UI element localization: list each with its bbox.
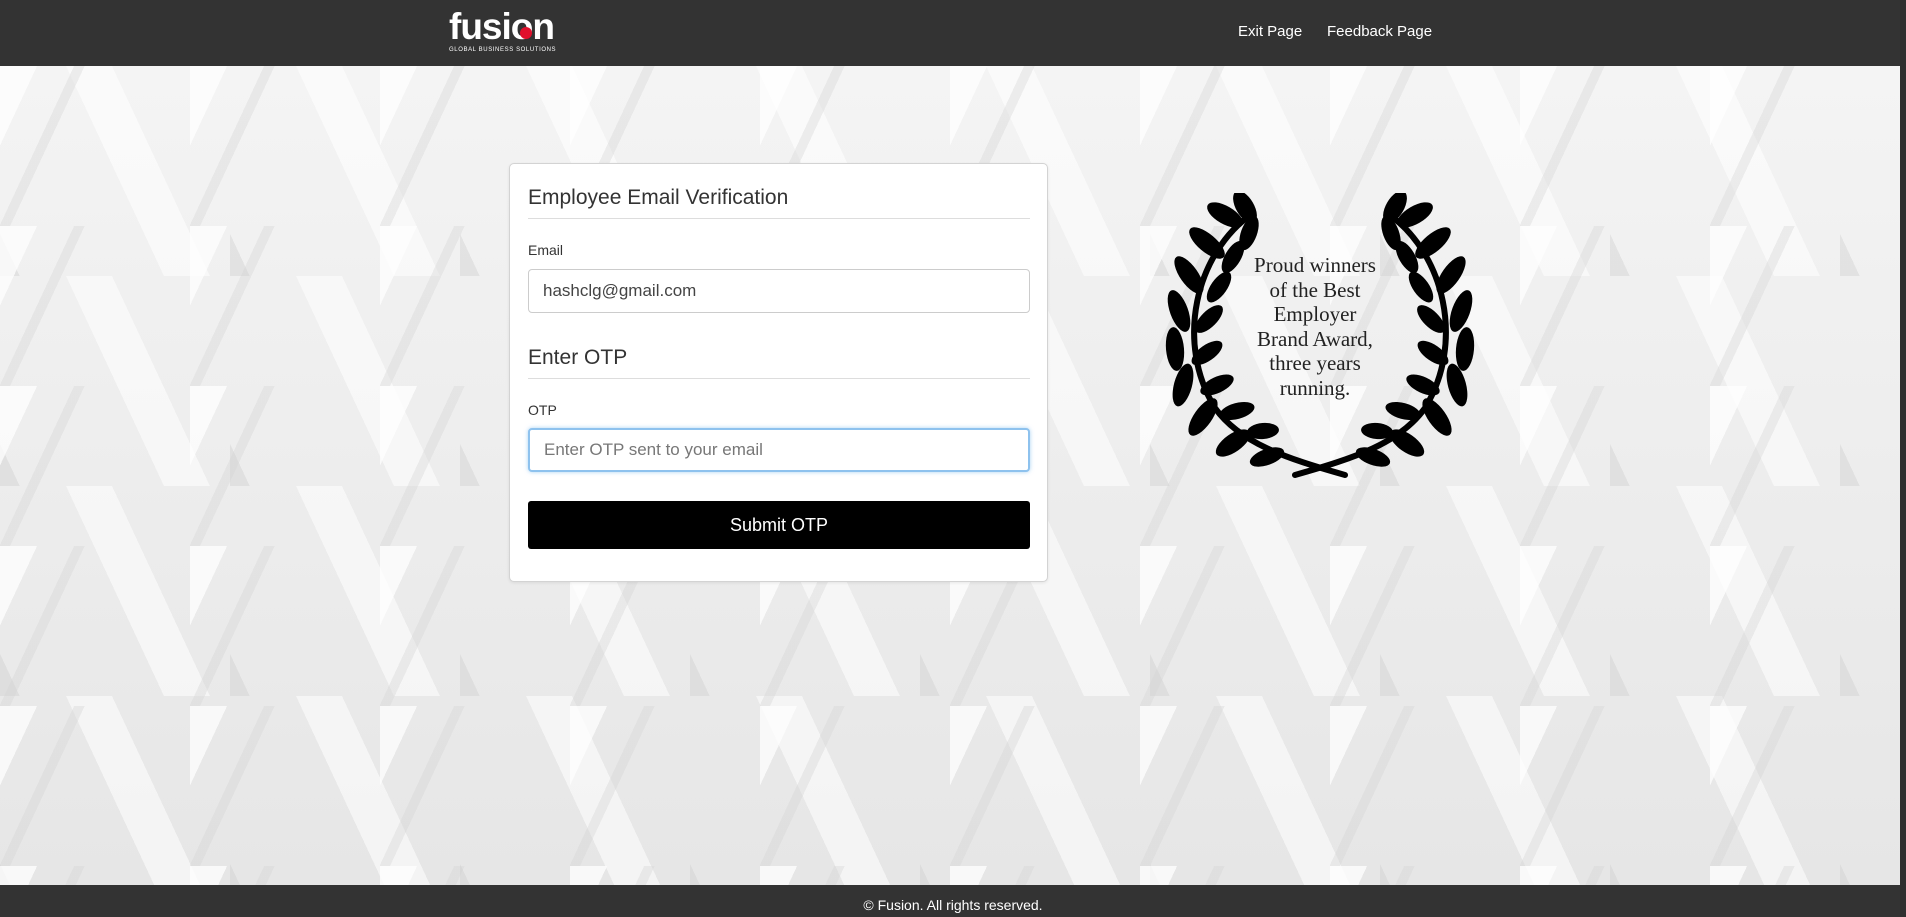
award-badge: Proud winners of the Best Employer Brand… (1145, 193, 1495, 483)
logo-wordmark: fusion (449, 6, 555, 47)
fusion-logo[interactable]: fusion GLOBAL BUSINESS SOLUTIONS (449, 8, 561, 56)
window-scrollbar[interactable] (1900, 0, 1906, 917)
top-navbar: fusion GLOBAL BUSINESS SOLUTIONS Exit Pa… (0, 0, 1906, 66)
email-section-title: Employee Email Verification (528, 186, 1030, 219)
submit-otp-button[interactable]: Submit OTP (528, 501, 1030, 549)
verification-card: Employee Email Verification Email Enter … (509, 163, 1048, 582)
otp-field[interactable] (528, 428, 1030, 472)
logo-tagline: GLOBAL BUSINESS SOLUTIONS (449, 47, 557, 53)
email-label: Email (528, 242, 564, 258)
logo-red-dot (520, 27, 532, 39)
footer: © Fusion. All rights reserved. (0, 885, 1906, 917)
award-text: Proud winners of the Best Employer Brand… (1254, 253, 1376, 400)
email-field[interactable] (528, 269, 1030, 313)
exit-page-link[interactable]: Exit Page (1238, 23, 1302, 40)
otp-section-title: Enter OTP (528, 346, 1030, 379)
otp-label: OTP (528, 402, 557, 418)
copyright-text: © Fusion. All rights reserved. (863, 897, 1043, 913)
feedback-page-link[interactable]: Feedback Page (1327, 23, 1432, 40)
